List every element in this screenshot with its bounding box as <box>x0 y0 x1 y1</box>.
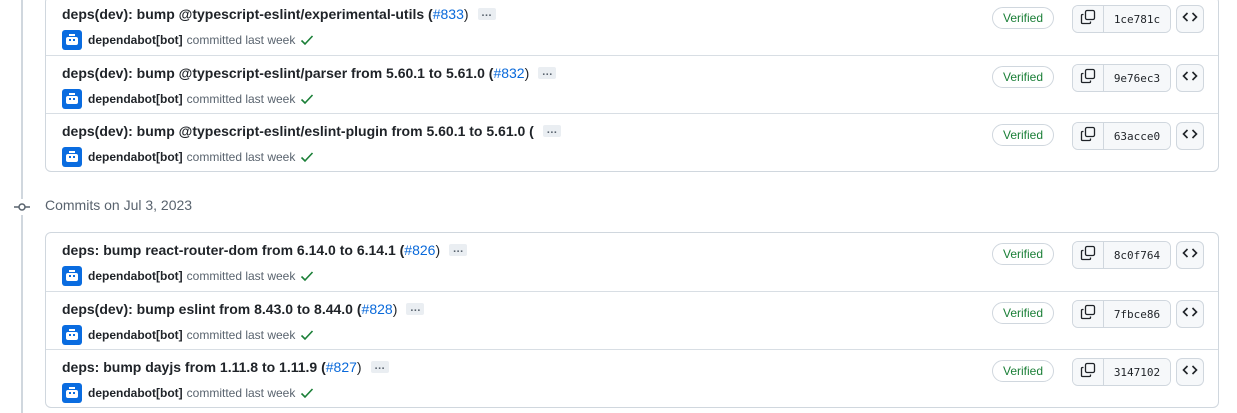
dependabot-icon[interactable] <box>62 325 82 345</box>
commit-group-box: deps: bump react-router-dom from 6.14.0 … <box>45 232 1219 408</box>
commit-group-box: deps(dev): bump @typescript-eslint/exper… <box>45 0 1219 172</box>
code-icon <box>1182 126 1198 147</box>
commit-message[interactable]: deps(dev): bump @typescript-eslint/eslin… <box>62 123 534 139</box>
check-icon[interactable] <box>300 329 314 341</box>
commit-row: deps(dev): bump @typescript-eslint/eslin… <box>46 113 1218 171</box>
check-icon[interactable] <box>300 151 314 163</box>
author-link[interactable]: dependabot[bot] <box>88 328 183 342</box>
commit-row: deps(dev): bump @typescript-eslint/exper… <box>46 0 1218 55</box>
commit-message[interactable]: deps(dev): bump @typescript-eslint/exper… <box>62 6 433 22</box>
commit-sha-link[interactable]: 63acce0 <box>1104 123 1170 149</box>
commit-sha-link[interactable]: 7fbce86 <box>1104 301 1170 327</box>
commit-row: deps: bump dayjs from 1.11.8 to 1.11.9 (… <box>46 349 1218 407</box>
commit-message[interactable]: deps: bump dayjs from 1.11.8 to 1.11.9 ( <box>62 359 326 375</box>
commit-message[interactable]: deps: bump react-router-dom from 6.14.0 … <box>62 242 404 258</box>
commit-meta: committed last week <box>186 150 296 164</box>
verified-badge[interactable]: Verified <box>992 124 1054 146</box>
dependabot-icon[interactable] <box>62 383 82 403</box>
check-icon[interactable] <box>300 93 314 105</box>
check-icon[interactable] <box>300 270 314 282</box>
author-link[interactable]: dependabot[bot] <box>88 150 183 164</box>
commit-meta: committed last week <box>186 92 296 106</box>
commit-row: deps: bump react-router-dom from 6.14.0 … <box>46 233 1218 291</box>
browse-repo-button[interactable] <box>1176 358 1204 386</box>
commit-sha-link[interactable]: 1ce781c <box>1104 6 1170 32</box>
expand-message-button[interactable]: … <box>370 361 389 373</box>
dependabot-icon[interactable] <box>62 30 82 50</box>
verified-badge[interactable]: Verified <box>992 66 1054 88</box>
expand-message-button[interactable]: … <box>542 125 561 137</box>
pr-link[interactable]: #827 <box>326 359 357 375</box>
copy-sha-button[interactable] <box>1073 65 1104 91</box>
code-icon <box>1182 304 1198 325</box>
commit-meta: committed last week <box>186 33 296 47</box>
browse-repo-button[interactable] <box>1176 300 1204 328</box>
expand-message-button[interactable]: … <box>406 303 425 315</box>
verified-badge[interactable]: Verified <box>992 360 1054 382</box>
copy-sha-button[interactable] <box>1073 242 1104 268</box>
expand-message-button[interactable]: … <box>449 244 468 256</box>
commit-message-close: ) <box>435 242 441 258</box>
commit-group-date: Commits on Jul 3, 2023 <box>45 197 193 213</box>
verified-badge[interactable]: Verified <box>992 243 1054 265</box>
code-icon <box>1182 245 1198 266</box>
copy-icon <box>1080 126 1096 147</box>
pr-link[interactable]: #832 <box>493 65 524 81</box>
pr-link[interactable]: #833 <box>433 6 464 22</box>
author-link[interactable]: dependabot[bot] <box>88 92 183 106</box>
browse-repo-button[interactable] <box>1176 5 1204 33</box>
copy-sha-button[interactable] <box>1073 301 1104 327</box>
commit-sha-link[interactable]: 3147102 <box>1104 359 1170 385</box>
commit-meta: committed last week <box>186 269 296 283</box>
commit-meta: committed last week <box>186 386 296 400</box>
dependabot-icon[interactable] <box>62 147 82 167</box>
commit-row: deps(dev): bump @typescript-eslint/parse… <box>46 55 1218 113</box>
commit-sha-link[interactable]: 8c0f764 <box>1104 242 1170 268</box>
copy-sha-button[interactable] <box>1073 123 1104 149</box>
verified-badge[interactable]: Verified <box>992 7 1054 29</box>
author-link[interactable]: dependabot[bot] <box>88 33 183 47</box>
commit-sha-link[interactable]: 9e76ec3 <box>1104 65 1170 91</box>
copy-icon <box>1080 68 1096 89</box>
commit-message[interactable]: deps(dev): bump eslint from 8.43.0 to 8.… <box>62 301 362 317</box>
copy-icon <box>1080 304 1096 325</box>
commit-message-close: ) <box>392 301 398 317</box>
expand-message-button[interactable]: … <box>477 8 496 20</box>
expand-message-button[interactable]: … <box>538 67 557 79</box>
git-commit-icon <box>14 199 30 215</box>
copy-icon <box>1080 362 1096 383</box>
pr-link[interactable]: #828 <box>362 301 393 317</box>
commit-message-close: ) <box>356 359 362 375</box>
copy-sha-button[interactable] <box>1073 6 1104 32</box>
check-icon[interactable] <box>300 34 314 46</box>
check-icon[interactable] <box>300 387 314 399</box>
pr-link[interactable]: #826 <box>404 242 435 258</box>
commit-message-close: ) <box>463 6 469 22</box>
dependabot-icon[interactable] <box>62 266 82 286</box>
browse-repo-button[interactable] <box>1176 241 1204 269</box>
author-link[interactable]: dependabot[bot] <box>88 386 183 400</box>
copy-icon <box>1080 9 1096 30</box>
commit-message-close: ) <box>524 65 530 81</box>
verified-badge[interactable]: Verified <box>992 302 1054 324</box>
browse-repo-button[interactable] <box>1176 122 1204 150</box>
code-icon <box>1182 362 1198 383</box>
code-icon <box>1182 9 1198 30</box>
code-icon <box>1182 68 1198 89</box>
commit-message[interactable]: deps(dev): bump @typescript-eslint/parse… <box>62 65 493 81</box>
dependabot-icon[interactable] <box>62 89 82 109</box>
copy-icon <box>1080 245 1096 266</box>
commit-row: deps(dev): bump eslint from 8.43.0 to 8.… <box>46 291 1218 349</box>
commit-meta: committed last week <box>186 328 296 342</box>
author-link[interactable]: dependabot[bot] <box>88 269 183 283</box>
copy-sha-button[interactable] <box>1073 359 1104 385</box>
browse-repo-button[interactable] <box>1176 64 1204 92</box>
